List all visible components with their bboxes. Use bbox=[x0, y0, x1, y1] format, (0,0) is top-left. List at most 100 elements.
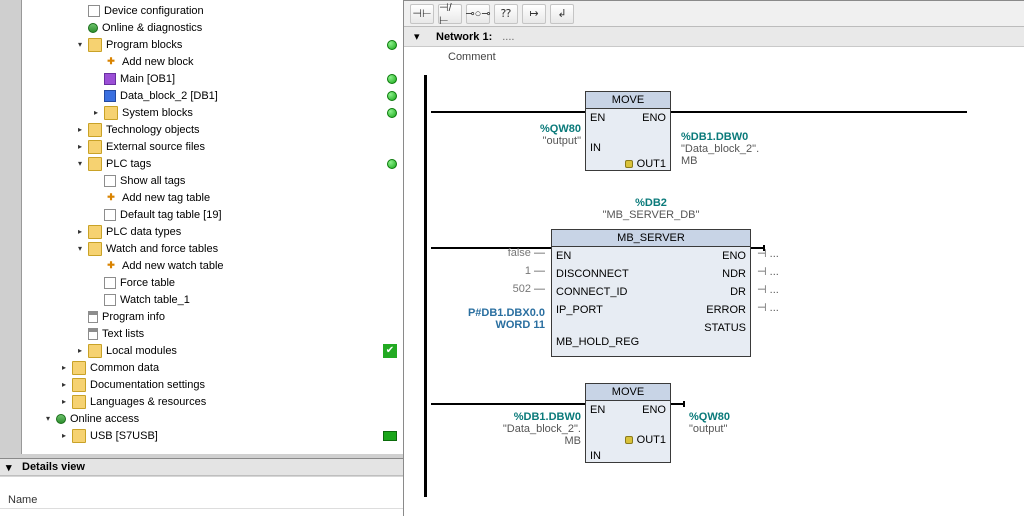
tree-item[interactable]: Program info bbox=[22, 308, 403, 325]
tree-item[interactable]: Device configuration bbox=[22, 2, 403, 19]
move2-input-operand[interactable]: %DB1.DBW0 "Data_block_2". MB bbox=[471, 411, 581, 447]
tree-item-label: Force table bbox=[120, 277, 397, 289]
tree-item-label: Device configuration bbox=[104, 5, 397, 17]
ladder-toolbar-button[interactable]: ↦ bbox=[522, 4, 546, 24]
tree-item[interactable]: PLC data types bbox=[22, 223, 403, 240]
expand-icon[interactable] bbox=[625, 160, 633, 168]
ladder-toolbar-button[interactable]: ⁇ bbox=[494, 4, 518, 24]
move-block-1[interactable]: MOVE EN ENO IN OUT1 bbox=[585, 91, 671, 171]
chevron-right-icon[interactable] bbox=[74, 124, 86, 136]
mb-server-block[interactable]: MB_SERVER ENENODISCONNECTCONNECT_IDIP_PO… bbox=[551, 229, 751, 357]
tree-item[interactable]: Watch table_1 bbox=[22, 291, 403, 308]
generic-icon bbox=[104, 294, 116, 306]
tree-item[interactable]: Program blocks bbox=[22, 36, 403, 53]
tree-item[interactable]: Main [OB1] bbox=[22, 70, 403, 87]
folder-icon bbox=[88, 344, 102, 358]
operand-unassigned[interactable]: ⊣ ... bbox=[757, 301, 779, 314]
tree-item-label: Watch table_1 bbox=[120, 294, 397, 306]
tree-item[interactable]: Online & diagnostics bbox=[22, 19, 403, 36]
expander-placeholder bbox=[90, 277, 102, 289]
move1-input-operand[interactable]: %QW80 "output" bbox=[491, 123, 581, 147]
expand-icon[interactable] bbox=[625, 436, 633, 444]
operand-unassigned[interactable]: ⊣ ... bbox=[757, 283, 779, 296]
expander-placeholder bbox=[74, 22, 86, 34]
tree-item[interactable]: PLC tags bbox=[22, 155, 403, 172]
tree-item[interactable]: Watch and force tables bbox=[22, 240, 403, 257]
status-ok-icon bbox=[387, 159, 397, 169]
ladder-toolbar-button[interactable]: ⊣/⊢ bbox=[438, 4, 462, 24]
operand-unassigned[interactable]: ⊣ ... bbox=[757, 265, 779, 278]
usb-interface-icon bbox=[383, 431, 397, 441]
add-icon: ✚ bbox=[104, 55, 118, 69]
tree-item[interactable]: System blocks bbox=[22, 104, 403, 121]
tree-item[interactable]: Default tag table [19] bbox=[22, 206, 403, 223]
tree-item[interactable]: USB [S7USB] bbox=[22, 427, 403, 444]
tree-item[interactable]: ✚ Add new watch table bbox=[22, 257, 403, 274]
chevron-right-icon[interactable] bbox=[58, 430, 70, 442]
rung-2[interactable]: %DB2 "MB_SERVER_DB" MB_SERVER ENENODISCO… bbox=[431, 197, 994, 357]
tree-item[interactable]: Languages & resources bbox=[22, 393, 403, 410]
tree-item-label: Watch and force tables bbox=[106, 243, 397, 255]
ladder-toolbar-button[interactable]: ⊸○⊸ bbox=[466, 4, 490, 24]
chevron-right-icon[interactable] bbox=[90, 107, 102, 119]
pin-ip_port: IP_PORT bbox=[556, 303, 603, 317]
chevron-right-icon[interactable] bbox=[74, 226, 86, 238]
tree-item[interactable]: Show all tags bbox=[22, 172, 403, 189]
move-block-2[interactable]: MOVE EN ENO IN OUT1 bbox=[585, 383, 671, 463]
pin-error: ERROR bbox=[706, 303, 746, 317]
rung-1[interactable]: MOVE EN ENO IN OUT1 %QW80 "output" bbox=[431, 91, 994, 171]
details-view-header[interactable]: Details view bbox=[0, 458, 403, 476]
add-icon: ✚ bbox=[104, 259, 118, 273]
details-column-header[interactable]: Name bbox=[0, 491, 403, 509]
ladder-toolbar: ⊣⊢⊣/⊢⊸○⊸⁇↦↲ bbox=[404, 1, 1024, 27]
tree-item[interactable]: Technology objects bbox=[22, 121, 403, 138]
chevron-right-icon[interactable] bbox=[58, 362, 70, 374]
chevron-right-icon[interactable] bbox=[74, 141, 86, 153]
operand-value[interactable]: false — bbox=[471, 247, 545, 259]
network-title: Network 1: bbox=[436, 31, 492, 43]
tree-item[interactable]: Common data bbox=[22, 359, 403, 376]
tree-item[interactable]: Local modules✔ bbox=[22, 342, 403, 359]
tree-item[interactable]: External source files bbox=[22, 138, 403, 155]
tree-item[interactable]: ✚Add new block bbox=[22, 53, 403, 70]
chevron-right-icon[interactable] bbox=[58, 379, 70, 391]
chevron-down-icon[interactable] bbox=[74, 39, 86, 51]
project-tree[interactable]: Device configuration Online & diagnostics… bbox=[22, 0, 403, 454]
tree-item-label: Local modules bbox=[106, 345, 383, 357]
ladder-canvas[interactable]: MOVE EN ENO IN OUT1 %QW80 "output" bbox=[404, 67, 1024, 516]
doc-icon bbox=[88, 311, 98, 323]
expander-placeholder bbox=[74, 5, 86, 17]
instance-db-label[interactable]: %DB2 "MB_SERVER_DB" bbox=[581, 197, 721, 221]
collapse-gutter[interactable] bbox=[0, 0, 22, 454]
tree-item-label: Program blocks bbox=[106, 39, 387, 51]
status-ok-icon bbox=[387, 91, 397, 101]
move2-output-operand[interactable]: %QW80 "output" bbox=[689, 411, 730, 435]
ladder-toolbar-button[interactable]: ↲ bbox=[550, 4, 574, 24]
tree-item-label: Add new watch table bbox=[122, 260, 397, 272]
pin-en: EN bbox=[590, 403, 605, 417]
tree-item[interactable]: Force table bbox=[22, 274, 403, 291]
network-header[interactable]: Network 1: .... bbox=[404, 27, 1024, 47]
expander-placeholder bbox=[90, 56, 102, 68]
ladder-toolbar-button[interactable]: ⊣⊢ bbox=[410, 4, 434, 24]
chevron-right-icon[interactable] bbox=[74, 345, 86, 357]
operand-value[interactable]: 1 — bbox=[471, 265, 545, 277]
pin-status: STATUS bbox=[704, 321, 746, 335]
network-comment[interactable]: Comment bbox=[404, 47, 1024, 67]
tree-item[interactable]: Online access bbox=[22, 410, 403, 427]
expander-placeholder bbox=[90, 294, 102, 306]
operand-value[interactable]: 502 — bbox=[471, 283, 545, 295]
chevron-down-icon[interactable] bbox=[74, 243, 86, 255]
chevron-down-icon[interactable] bbox=[74, 158, 86, 170]
block-title: MOVE bbox=[586, 92, 670, 109]
rung-3[interactable]: MOVE EN ENO IN OUT1 %DB1.DBW0 bbox=[431, 383, 994, 463]
operand-value[interactable]: P#DB1.DBX0.0WORD 11 bbox=[441, 307, 545, 331]
tree-item[interactable]: ✚Add new tag table bbox=[22, 189, 403, 206]
tree-item[interactable]: Documentation settings bbox=[22, 376, 403, 393]
tree-item[interactable]: Text lists bbox=[22, 325, 403, 342]
chevron-right-icon[interactable] bbox=[58, 396, 70, 408]
tree-item[interactable]: Data_block_2 [DB1] bbox=[22, 87, 403, 104]
move1-output-operand[interactable]: %DB1.DBW0 "Data_block_2". MB bbox=[681, 131, 759, 167]
chevron-down-icon[interactable] bbox=[42, 413, 54, 425]
operand-unassigned[interactable]: ⊣ ... bbox=[757, 247, 779, 260]
